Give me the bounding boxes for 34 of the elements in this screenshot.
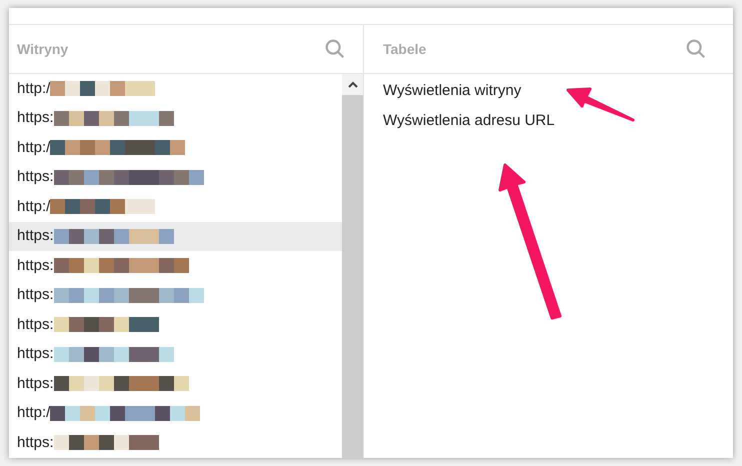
site-list-item[interactable]: http:/ xyxy=(9,398,342,428)
url-text: https: xyxy=(17,314,54,334)
site-list-item[interactable]: http:/ xyxy=(9,74,342,104)
site-list-item[interactable]: https: xyxy=(9,222,342,251)
scrollbar-track[interactable] xyxy=(342,74,363,458)
table-list-item[interactable]: Wyświetlenia witryny xyxy=(364,76,733,106)
url-text: https: xyxy=(17,344,54,364)
site-list-item[interactable]: https: xyxy=(9,251,342,280)
url-text: https: xyxy=(17,285,54,305)
site-list-item[interactable]: https: xyxy=(9,162,342,192)
site-list-item[interactable]: https: xyxy=(9,340,342,369)
table-list-item[interactable]: Wyświetlenia adresu URL xyxy=(364,106,733,136)
annotation-arrow xyxy=(566,88,634,122)
scroll-up-button[interactable] xyxy=(342,74,363,95)
site-list-item[interactable]: https: xyxy=(9,310,342,340)
site-list-item[interactable]: https: xyxy=(9,280,342,310)
site-list-item[interactable]: https: xyxy=(9,428,342,458)
url-text: http:/ xyxy=(17,403,50,423)
search-icon[interactable] xyxy=(685,38,707,60)
url-text: https: xyxy=(17,256,54,276)
url-text: http:/ xyxy=(17,138,50,158)
site-list-item[interactable]: http:/ xyxy=(9,133,342,162)
url-text: https: xyxy=(17,432,54,452)
url-text: https: xyxy=(17,226,54,246)
search-icon[interactable] xyxy=(324,38,346,60)
url-text: https: xyxy=(17,374,54,394)
chevron-up-icon xyxy=(348,81,358,88)
site-list-item[interactable]: https: xyxy=(9,104,342,133)
url-text: https: xyxy=(17,108,54,128)
url-text: http:/ xyxy=(17,196,50,216)
url-text: https: xyxy=(17,167,54,187)
site-list-item[interactable]: http:/ xyxy=(9,192,342,222)
site-list-item[interactable]: https: xyxy=(9,369,342,398)
url-text: http:/ xyxy=(17,78,50,98)
